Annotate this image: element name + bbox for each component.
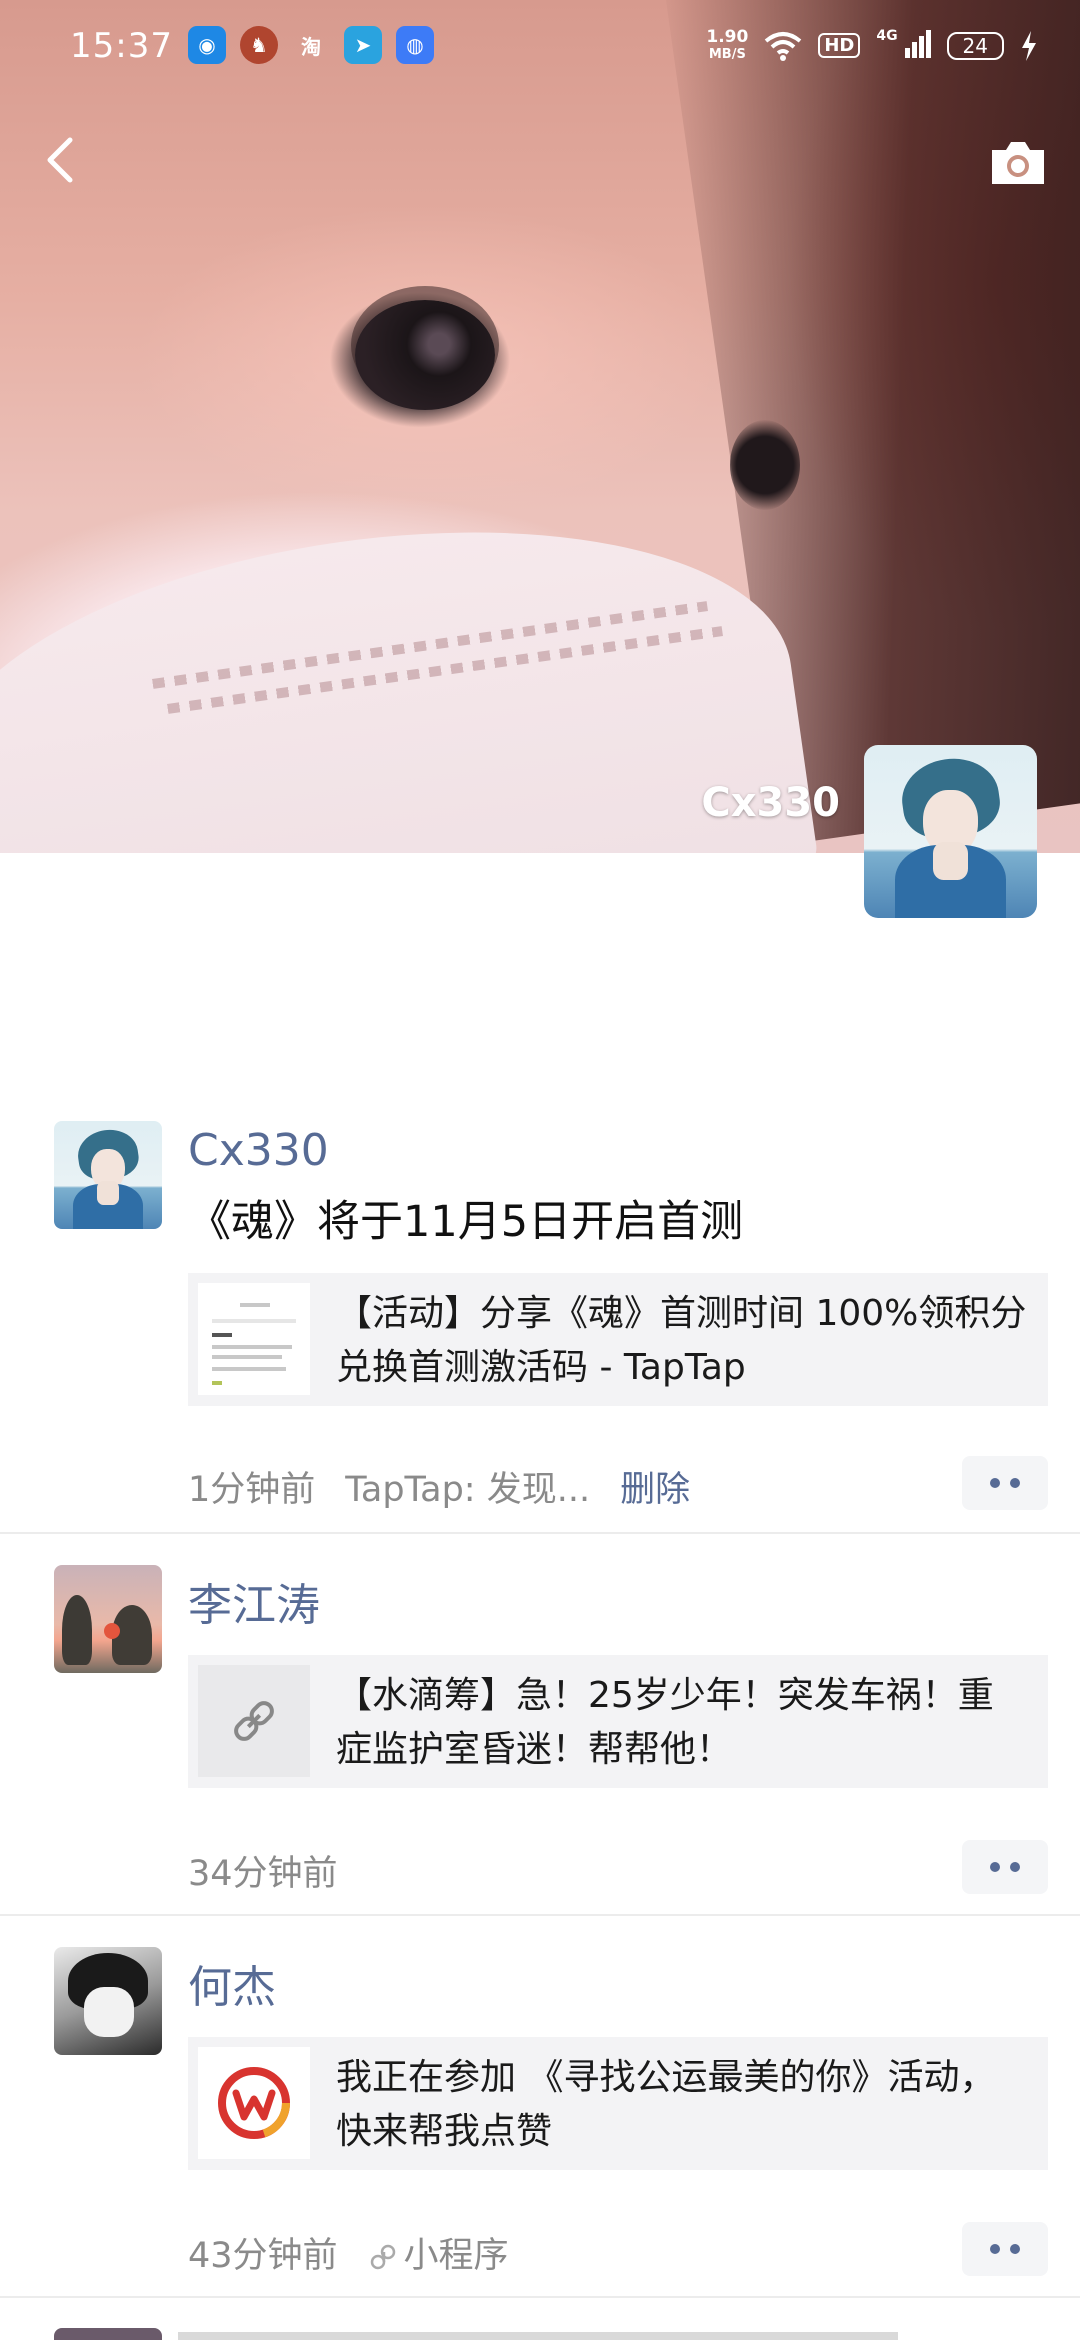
cover-eye — [355, 300, 495, 410]
mini-program-title: 我正在参加 《寻找公运最美的你》活动，快来帮我点赞 — [336, 2057, 996, 2152]
author-name[interactable]: 何杰 — [188, 1951, 276, 2015]
game-app-icon: ♞ — [240, 26, 278, 64]
telegram-app-icon: ➤ — [344, 26, 382, 64]
post-time: 43分钟前 — [188, 2236, 338, 2276]
post-text: 《魂》将于11月5日开启首测 — [188, 1197, 744, 1247]
owner-name[interactable]: Cx330 — [701, 780, 840, 826]
status-app-icons: ◉ ♞ 淘 ➤ ◍ — [188, 26, 434, 64]
network-label: 4G — [876, 28, 898, 44]
more-actions-button[interactable] — [962, 1840, 1048, 1894]
net-speed: 1.90 MB/S — [706, 26, 749, 63]
battery-level: 24 — [946, 31, 1004, 60]
post-meta: 1分钟前 TapTap: 发现... 删除 — [188, 1461, 690, 1512]
link-thumbnail — [198, 1283, 310, 1395]
author-avatar[interactable] — [54, 1565, 162, 1673]
more-actions-button[interactable] — [962, 2222, 1048, 2276]
post-time: 1分钟前 — [188, 1470, 316, 1510]
owner-avatar[interactable] — [864, 745, 1037, 918]
author-name[interactable]: 李江涛 — [188, 1569, 320, 1633]
author-avatar[interactable] — [54, 2328, 162, 2340]
charging-icon — [1022, 30, 1036, 61]
network-type: 4G — [876, 28, 931, 63]
camera-icon[interactable] — [988, 136, 1048, 188]
post-source[interactable]: TapTap: 发现... — [345, 1461, 590, 1512]
messages-app-icon: ◍ — [396, 26, 434, 64]
link-card[interactable]: 【活动】分享《魂》首测时间 100%领积分兑换首测激活码 - TapTap — [188, 1273, 1048, 1406]
divider — [0, 2296, 1080, 2298]
browser-app-icon: ◉ — [188, 26, 226, 64]
link-card[interactable]: 【水滴筹】急！25岁少年！突发车祸！重症监护室昏迷！帮帮他！ — [188, 1655, 1048, 1788]
post-meta: 34分钟前 — [188, 1845, 338, 1896]
mini-program-card[interactable]: 我正在参加 《寻找公运最美的你》活动，快来帮我点赞 — [188, 2037, 1048, 2170]
taobao-app-icon: 淘 — [301, 34, 321, 59]
divider — [0, 1914, 1080, 1916]
author-avatar[interactable] — [54, 1947, 162, 2055]
hd-badge: HD — [818, 33, 861, 58]
mini-program-label: 小程序 — [403, 2236, 509, 2276]
status-indicators: 1.90 MB/S HD 4G 24 — [706, 28, 1038, 63]
back-arrow-icon[interactable] — [38, 130, 82, 190]
delete-link[interactable]: 删除 — [620, 1461, 690, 1512]
mini-program-icon — [370, 2244, 395, 2270]
post-meta: 43分钟前 小程序 — [188, 2227, 509, 2278]
post-time: 34分钟前 — [188, 1854, 338, 1894]
net-speed-value: 1.90 — [706, 26, 749, 47]
status-bar: 15:37 ◉ ♞ 淘 ➤ ◍ 1.90 MB/S HD 4G 24 — [0, 0, 1080, 96]
status-time: 15:37 — [70, 26, 173, 66]
partial-content — [178, 2332, 898, 2340]
mini-program-source[interactable]: 小程序 — [368, 2227, 509, 2278]
more-actions-button[interactable] — [962, 1456, 1048, 1510]
divider — [0, 1532, 1080, 1534]
wifi-icon — [765, 31, 802, 61]
link-title: 【活动】分享《魂》首测时间 100%领积分兑换首测激活码 - TapTap — [336, 1293, 1027, 1388]
signal-icon — [904, 30, 931, 58]
w-logo-icon — [218, 2067, 290, 2139]
link-thumbnail — [198, 1665, 310, 1777]
mini-program-thumbnail — [198, 2047, 310, 2159]
cover-photo[interactable] — [0, 0, 1080, 853]
author-name[interactable]: Cx330 — [188, 1125, 329, 1176]
link-icon — [234, 1701, 274, 1741]
net-speed-unit: MB/S — [708, 46, 746, 62]
cover-eye — [730, 420, 800, 510]
author-avatar[interactable] — [54, 1121, 162, 1229]
link-title: 【水滴筹】急！25岁少年！突发车祸！重症监护室昏迷！帮帮他！ — [336, 1675, 994, 1770]
